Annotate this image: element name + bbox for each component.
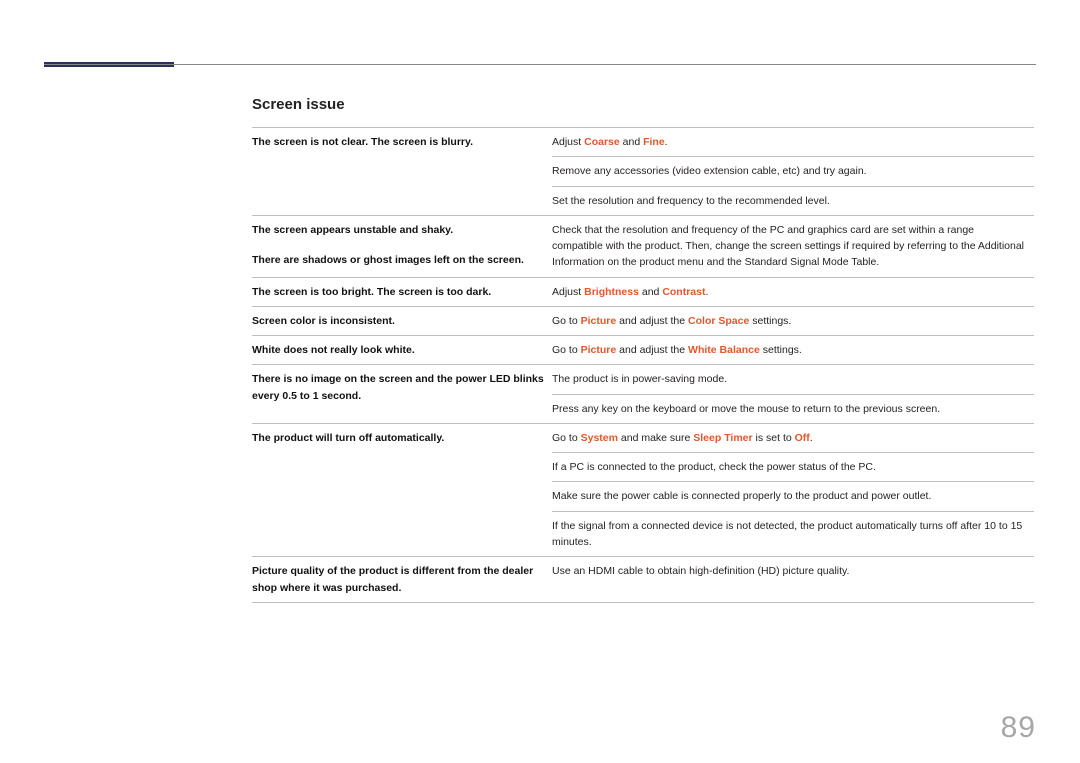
problem-cell: White does not really look white. [252,336,552,365]
table-row: White does not really look white.Go to P… [252,336,1034,365]
accent-term: Brightness [584,286,639,298]
accent-term: System [581,432,618,444]
solution-cell: Adjust Brightness and Contrast. [552,277,1034,306]
accent-term: Picture [581,315,617,327]
solution-cell: If a PC is connected to the product, che… [552,453,1034,482]
troubleshooting-table: The screen is not clear. The screen is b… [252,127,1034,603]
page-number: 89 [1001,711,1036,745]
problem-cell: The screen is too bright. The screen is … [252,277,552,306]
solution-cell: Adjust Coarse and Fine. [552,128,1034,157]
accent-term: Color Space [688,315,749,327]
table-row: Screen color is inconsistent.Go to Pictu… [252,306,1034,335]
accent-term: White Balance [688,344,760,356]
problem-cell: There is no image on the screen and the … [252,365,552,424]
solution-cell: The product is in power-saving mode. [552,365,1034,394]
table-row: The screen is not clear. The screen is b… [252,128,1034,157]
solution-cell: Use an HDMI cable to obtain high-definit… [552,557,1034,603]
problem-cell: Screen color is inconsistent. [252,306,552,335]
solution-cell: Set the resolution and frequency to the … [552,186,1034,215]
problem-cell: The screen is not clear. The screen is b… [252,128,552,216]
solution-cell: Go to Picture and adjust the White Balan… [552,336,1034,365]
accent-term: Sleep Timer [693,432,752,444]
header-rule [44,64,1036,65]
accent-term: Picture [581,344,617,356]
table-row: There is no image on the screen and the … [252,365,1034,394]
problem-cell: The screen appears unstable and shaky.Th… [252,215,552,277]
table-row: The screen appears unstable and shaky.Th… [252,215,1034,277]
solution-cell: Remove any accessories (video extension … [552,157,1034,186]
solution-cell: Press any key on the keyboard or move th… [552,394,1034,423]
section-title: Screen issue [252,96,1034,113]
accent-term: Fine [643,136,665,148]
table-row: The product will turn off automatically.… [252,423,1034,452]
problem-cell: Picture quality of the product is differ… [252,557,552,603]
solution-cell: Check that the resolution and frequency … [552,215,1034,277]
table-row: Picture quality of the product is differ… [252,557,1034,603]
accent-term: Contrast [662,286,705,298]
main-content: Screen issue The screen is not clear. Th… [252,96,1034,603]
solution-cell: Go to System and make sure Sleep Timer i… [552,423,1034,452]
solution-cell: If the signal from a connected device is… [552,511,1034,557]
problem-cell: The product will turn off automatically. [252,423,552,556]
accent-term: Off [795,432,810,444]
solution-cell: Make sure the power cable is connected p… [552,482,1034,511]
accent-term: Coarse [584,136,620,148]
solution-cell: Go to Picture and adjust the Color Space… [552,306,1034,335]
table-row: The screen is too bright. The screen is … [252,277,1034,306]
